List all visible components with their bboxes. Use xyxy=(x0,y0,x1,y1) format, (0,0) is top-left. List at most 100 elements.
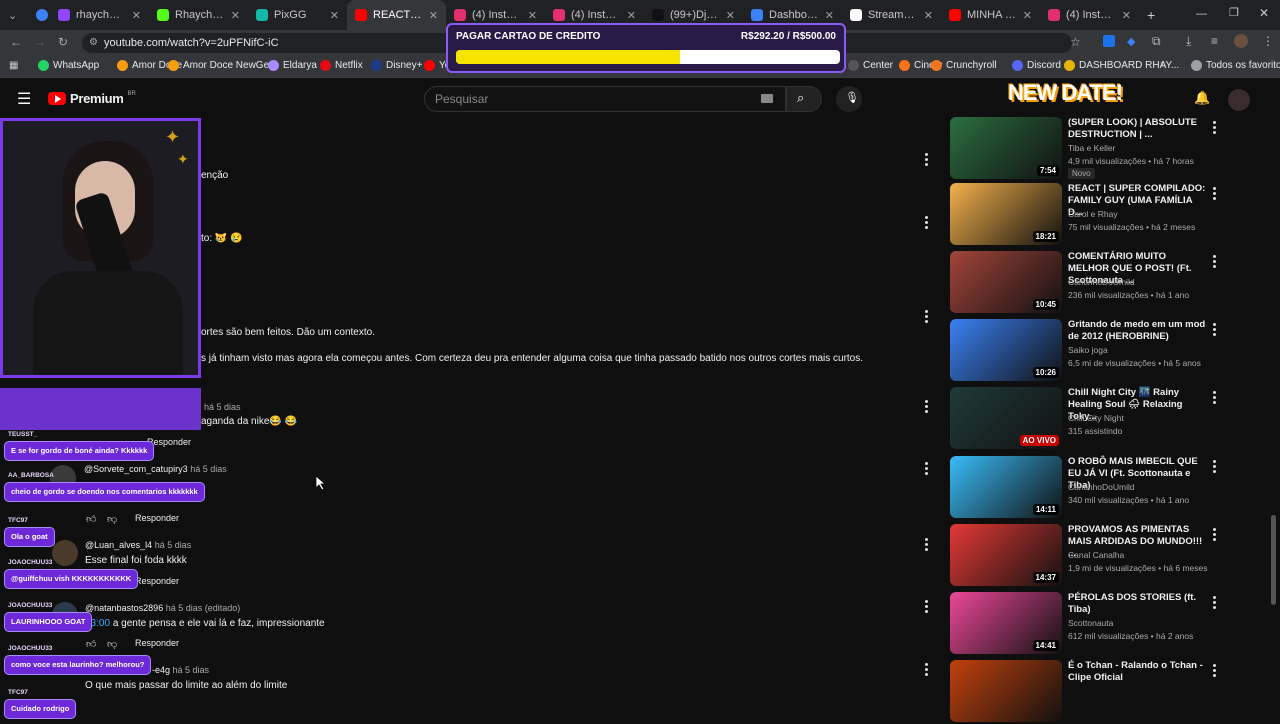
close-tab-icon[interactable]: ✕ xyxy=(627,9,636,22)
video-thumbnail[interactable]: AO VIVO xyxy=(950,387,1062,449)
video-title[interactable]: É o Tchan - Ralando o Tchan - Clipe Ofic… xyxy=(1068,660,1208,684)
reply-button[interactable]: Responder xyxy=(135,513,179,523)
related-video-item[interactable]: É o Tchan - Ralando o Tchan - Clipe Ofic… xyxy=(950,660,1220,724)
dislike-icon[interactable]: 👎︎ xyxy=(107,513,117,525)
comment-menu-icon[interactable] xyxy=(925,310,929,324)
video-menu-icon[interactable] xyxy=(1213,460,1217,474)
video-thumbnail[interactable]: 14:37 xyxy=(950,524,1062,586)
bookmark-item[interactable]: Todos os favoritos xyxy=(1191,60,1280,71)
close-tab-icon[interactable]: ✕ xyxy=(825,9,834,22)
bookmark-item[interactable]: Amor Doce NewGen xyxy=(168,60,275,71)
video-thumbnail[interactable]: 10:45 xyxy=(950,251,1062,313)
video-thumbnail[interactable]: 10:26 xyxy=(950,319,1062,381)
related-video-item[interactable]: 18:21 REACT | SUPER COMPILADO: FAMILY GUY… xyxy=(950,183,1220,247)
browser-tab[interactable]: (4) Instagram ✕ xyxy=(1040,0,1139,30)
bookmark-item[interactable]: WhatsApp xyxy=(38,60,99,71)
extension-icon[interactable]: ◆ xyxy=(1127,35,1135,48)
close-tab-icon[interactable]: ✕ xyxy=(726,9,735,22)
close-tab-icon[interactable]: ✕ xyxy=(429,9,438,22)
reply-button[interactable]: Responder xyxy=(135,638,179,648)
related-video-item[interactable]: 7:54 (SUPER LOOK) | ABSOLUTE DESTRUCTION … xyxy=(950,117,1220,181)
video-channel[interactable]: CantinhoDoUmild xyxy=(1068,482,1135,492)
video-title[interactable]: Gritando de medo em um mod de 2012 (HERO… xyxy=(1068,319,1208,343)
bookmark-item[interactable]: Discord xyxy=(1012,60,1061,71)
video-channel[interactable]: Chill City Night xyxy=(1068,413,1124,423)
search-input[interactable]: Pesquisar xyxy=(424,86,786,112)
pinned-tab[interactable] xyxy=(28,0,50,30)
page-scrollbar[interactable] xyxy=(1271,515,1276,605)
close-window-button[interactable]: ✕ xyxy=(1259,6,1269,20)
maximize-button[interactable]: ❐ xyxy=(1229,6,1239,19)
comment-menu-icon[interactable] xyxy=(925,600,929,614)
hamburger-menu-icon[interactable]: ☰ xyxy=(17,89,31,109)
extension-icon[interactable] xyxy=(1103,35,1115,47)
youtube-logo[interactable]: Premium BR xyxy=(48,91,136,106)
close-tab-icon[interactable]: ✕ xyxy=(330,9,339,22)
comment-menu-icon[interactable] xyxy=(925,216,929,230)
video-channel[interactable]: CantinhoDoUmild xyxy=(1068,277,1135,287)
related-video-item[interactable]: 10:45 COMENTÁRIO MUITO MELHOR QUE O POST!… xyxy=(950,251,1220,315)
video-menu-icon[interactable] xyxy=(1213,187,1217,201)
comment-menu-icon[interactable] xyxy=(925,400,929,414)
close-tab-icon[interactable]: ✕ xyxy=(132,9,141,22)
video-title[interactable]: PÉROLAS DOS STORIES (ft. Tiba) xyxy=(1068,592,1208,616)
forward-icon[interactable]: → xyxy=(34,35,46,49)
site-info-icon[interactable]: ⚙ xyxy=(89,33,98,53)
video-thumbnail[interactable]: 14:41 xyxy=(950,592,1062,654)
dislike-icon[interactable]: 👎︎ xyxy=(107,638,117,650)
video-thumbnail[interactable] xyxy=(950,660,1062,722)
video-menu-icon[interactable] xyxy=(1213,255,1217,269)
comment-author[interactable]: @natanbastos2896 xyxy=(85,603,163,613)
account-avatar[interactable] xyxy=(1228,89,1250,111)
close-tab-icon[interactable]: ✕ xyxy=(1122,9,1131,22)
video-title[interactable]: (SUPER LOOK) | ABSOLUTE DESTRUCTION | ..… xyxy=(1068,117,1208,141)
bookmark-item[interactable]: Netflix xyxy=(320,60,363,71)
avatar[interactable] xyxy=(52,540,78,566)
browser-tab[interactable]: StreamElemen ✕ xyxy=(842,0,941,30)
close-tab-icon[interactable]: ✕ xyxy=(528,9,537,22)
comment-menu-icon[interactable] xyxy=(925,153,929,167)
bookmark-item[interactable]: Eldarya xyxy=(268,60,317,71)
video-channel[interactable]: Saiko joga xyxy=(1068,345,1108,355)
more-bookmarks-icon[interactable]: » xyxy=(1160,59,1166,70)
related-video-item[interactable]: 10:26 Gritando de medo em um mod de 2012 … xyxy=(950,319,1220,383)
video-thumbnail[interactable]: 14:11 xyxy=(950,456,1062,518)
video-menu-icon[interactable] xyxy=(1213,391,1217,405)
video-channel[interactable]: Carol e Rhay xyxy=(1068,209,1118,219)
related-video-item[interactable]: AO VIVO Chill Night City 🌃 Rainy Healing … xyxy=(950,387,1220,451)
minimize-button[interactable]: — xyxy=(1196,8,1207,20)
related-video-item[interactable]: 14:11 O ROBÔ MAIS IMBECIL QUE EU JÁ VI (F… xyxy=(950,456,1220,520)
browser-tab[interactable]: MINHA NAMO ✕ xyxy=(941,0,1040,30)
tab-search-button[interactable]: ⌄ xyxy=(0,0,28,30)
video-menu-icon[interactable] xyxy=(1213,528,1217,542)
browser-tab[interactable]: rhaychuu - Tw ✕ xyxy=(50,0,149,30)
video-thumbnail[interactable]: 7:54 xyxy=(950,117,1062,179)
back-icon[interactable]: ← xyxy=(10,35,22,49)
menu-icon[interactable]: ⋮ xyxy=(1262,34,1274,48)
new-tab-button[interactable]: + xyxy=(1139,0,1161,30)
download-icon[interactable]: ⤓ xyxy=(1186,34,1191,49)
reply-button[interactable]: Responder xyxy=(135,576,179,586)
comment-menu-icon[interactable] xyxy=(925,462,929,476)
video-menu-icon[interactable] xyxy=(1213,121,1217,135)
voice-search-button[interactable]: 🎙 xyxy=(836,86,862,112)
search-button[interactable]: ⌕ xyxy=(786,86,822,112)
close-tab-icon[interactable]: ✕ xyxy=(924,9,933,22)
bookmark-item[interactable]: Crunchyroll xyxy=(931,60,997,71)
video-channel[interactable]: Scottonauta xyxy=(1068,618,1113,628)
bookmark-item[interactable]: Center xyxy=(848,60,893,71)
video-menu-icon[interactable] xyxy=(1213,323,1217,337)
browser-tab[interactable]: PixGG ✕ xyxy=(248,0,347,30)
video-menu-icon[interactable] xyxy=(1213,596,1217,610)
bookmark-star-icon[interactable]: ☆ xyxy=(1070,35,1081,49)
video-channel[interactable]: Canal Canalha xyxy=(1068,550,1124,560)
reload-icon[interactable]: ↻ xyxy=(58,35,68,49)
close-tab-icon[interactable]: ✕ xyxy=(231,9,240,22)
video-thumbnail[interactable]: 18:21 xyxy=(950,183,1062,245)
related-video-item[interactable]: 14:41 PÉROLAS DOS STORIES (ft. Tiba) Scott… xyxy=(950,592,1220,656)
keyboard-icon[interactable] xyxy=(761,94,773,103)
profile-avatar[interactable] xyxy=(1234,34,1248,48)
browser-tab[interactable]: Rhaychuu Stre ✕ xyxy=(149,0,248,30)
comment-menu-icon[interactable] xyxy=(925,663,929,677)
video-channel[interactable]: Tiba e Keller xyxy=(1068,143,1115,153)
